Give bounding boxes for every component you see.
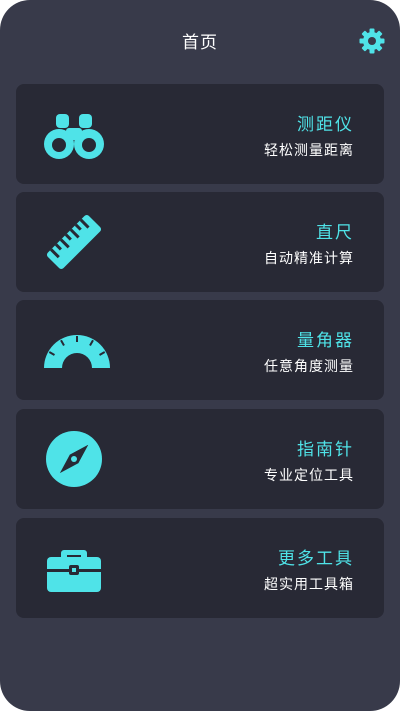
tool-card-compass[interactable]: 指南针 专业定位工具 — [16, 409, 384, 509]
tool-description: 超实用工具箱 — [264, 577, 354, 593]
binoculars-icon — [42, 102, 106, 166]
page-title: 首页 — [182, 33, 218, 53]
app-header: 首页 — [0, 0, 400, 80]
toolbox-icon — [42, 536, 106, 600]
compass-icon — [42, 427, 106, 491]
tool-card-more-tools[interactable]: 更多工具 超实用工具箱 — [16, 518, 384, 618]
tool-description: 轻松测量距离 — [264, 143, 354, 159]
tool-description: 任意角度测量 — [264, 359, 354, 375]
tool-name: 更多工具 — [278, 549, 354, 569]
protractor-icon — [42, 318, 110, 382]
tool-name: 量角器 — [297, 331, 354, 351]
home-screen: 首页 测距仪 轻松测量距离 直尺 自动精准计算 量角器 任意角度测量 指南针 专… — [0, 0, 400, 711]
tool-description: 自动精准计算 — [264, 251, 354, 267]
ruler-icon — [42, 210, 106, 274]
tool-name: 测距仪 — [297, 115, 354, 135]
tool-name: 直尺 — [316, 223, 354, 243]
tool-description: 专业定位工具 — [264, 468, 354, 484]
tool-card-rangefinder[interactable]: 测距仪 轻松测量距离 — [16, 84, 384, 184]
tool-card-protractor[interactable]: 量角器 任意角度测量 — [16, 300, 384, 400]
gear-icon[interactable] — [358, 27, 386, 55]
tool-card-ruler[interactable]: 直尺 自动精准计算 — [16, 192, 384, 292]
tool-name: 指南针 — [297, 440, 354, 460]
